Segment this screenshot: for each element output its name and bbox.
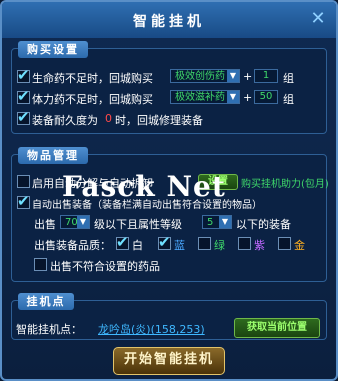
check-icon: ✔ [17,87,30,105]
attr-level-value: 5 [207,217,214,228]
panel-title: 智能挂机 [133,14,205,30]
chevron-down-icon: ▼ [227,91,239,103]
hangpoint-location-link[interactable]: 龙吟岛(炎)(158,253) [98,321,205,337]
mp-unit-label: 组 [283,93,294,106]
quality-green-checkbox[interactable] [198,237,211,250]
buy-assist-link[interactable]: 购买挂机助力(包月) [241,175,329,190]
sell-potions-label: 出售不符合设置的药品 [50,260,160,273]
hangpoint-label: 智能挂机点： [16,323,82,336]
quality-purple-checkbox[interactable] [238,237,251,250]
purchase-section: 购买设置 ✔ 生命药不足时，回城购买 极效创伤药 ▼ + 1 组 ✔ 体力药不足… [11,41,327,134]
start-smart-hang-button[interactable]: 开始智能挂机 [113,347,225,375]
sell-level-value: 70 [65,217,78,228]
hangpoint-section: 挂机点 智能挂机点： 龙吟岛(炎)(158,253) 获取当前位置 [11,293,327,340]
hp-qty-input[interactable]: 1 [254,69,278,83]
quality-gold-checkbox[interactable] [278,237,291,250]
hp-buy-label: 生命药不足时，回城购买 [32,72,153,85]
title-bar: 智能挂机 ✕ [2,2,336,38]
sell-suffix-label: 以下的装备 [236,218,291,231]
hp-unit-label: 组 [283,72,294,85]
sell-level-select[interactable]: 70 ▼ [60,215,90,229]
mp-buy-label: 体力药不足时，回城购买 [32,93,153,106]
quality-gold-label: 金 [294,239,305,252]
items-header: 物品管理 [18,147,88,164]
watermark: Fasck Net [62,170,226,203]
auto-decompose-checkbox[interactable] [17,175,30,188]
mp-qty-input[interactable]: 50 [254,90,278,104]
repair-threshold-value: 0 [105,112,112,125]
check-icon: ✔ [17,192,30,210]
purchase-header: 购买设置 [18,41,88,58]
check-icon: ✔ [17,66,30,84]
hp-potion-value: 极效创伤药 [175,71,225,82]
hp-buy-checkbox[interactable]: ✔ [17,66,30,84]
close-x-icon[interactable]: ✕ [308,9,328,29]
quality-label: 出售装备品质： [34,239,111,252]
check-icon: ✔ [17,108,30,126]
plus-sign: + [243,70,253,83]
sell-prefix-label: 出售 [34,218,56,231]
hp-potion-select[interactable]: 极效创伤药 ▼ [170,69,240,83]
repair-label-after: 时，回城修理装备 [115,114,203,127]
attr-level-select[interactable]: 5 ▼ [202,215,232,229]
repair-checkbox[interactable]: ✔ [17,108,30,126]
sell-mid-label: 级以下且属性等级 [94,218,182,231]
mp-potion-value: 极效滋补药 [175,92,225,103]
hangpoint-header: 挂机点 [18,293,74,310]
repair-label-before: 装备耐久度为 [32,114,98,127]
smart-hang-panel: 智能挂机 ✕ 购买设置 ✔ 生命药不足时，回城购买 极效创伤药 ▼ + 1 组 … [0,0,338,381]
mp-buy-checkbox[interactable]: ✔ [17,87,30,105]
quality-white-label: 白 [132,239,143,252]
plus-sign: + [243,91,253,104]
check-icon: ✔ [116,233,129,251]
sell-potions-checkbox[interactable] [34,258,47,271]
quality-green-label: 绿 [214,239,225,252]
quality-blue-checkbox[interactable]: ✔ [158,233,171,251]
chevron-down-icon: ▼ [219,216,231,228]
check-icon: ✔ [158,233,171,251]
get-position-button[interactable]: 获取当前位置 [234,318,320,338]
mp-potion-select[interactable]: 极效滋补药 ▼ [170,90,240,104]
quality-white-checkbox[interactable]: ✔ [116,233,129,251]
quality-purple-label: 紫 [254,239,265,252]
auto-sell-checkbox[interactable]: ✔ [17,192,30,210]
chevron-down-icon: ▼ [77,216,89,228]
chevron-down-icon: ▼ [227,70,239,82]
quality-blue-label: 蓝 [174,239,185,252]
